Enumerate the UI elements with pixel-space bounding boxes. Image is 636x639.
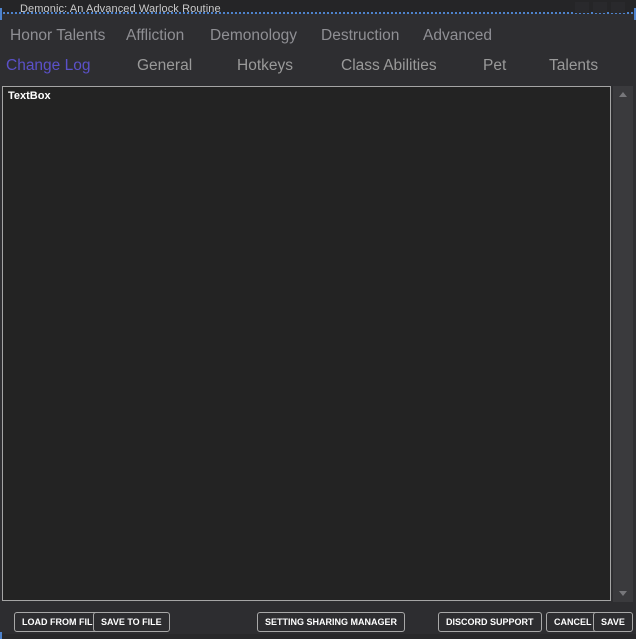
tab-affliction[interactable]: Affliction	[126, 27, 184, 45]
tab-pet[interactable]: Pet	[483, 57, 506, 75]
scroll-up-icon[interactable]	[619, 92, 627, 97]
tab-destruction[interactable]: Destruction	[321, 27, 399, 45]
app-window: Demonic: An Advanced Warlock Routine Hon…	[0, 0, 636, 639]
minimize-button[interactable]	[575, 2, 589, 13]
save-button[interactable]: SAVE	[593, 612, 633, 632]
scroll-down-icon[interactable]	[619, 591, 627, 596]
tab-hotkeys[interactable]: Hotkeys	[237, 57, 293, 75]
setting-sharing-manager-button[interactable]: SETTING SHARING MANAGER	[257, 612, 405, 632]
cancel-button[interactable]: CANCEL	[546, 612, 600, 632]
changelog-textbox[interactable]: TextBox	[2, 86, 611, 601]
focus-rect-left-edge	[0, 8, 2, 20]
tab-advanced[interactable]: Advanced	[423, 27, 492, 45]
focus-rect-bottom-left-edge	[0, 632, 2, 639]
tab-honor-talents[interactable]: Honor Talents	[10, 27, 105, 45]
tab-demonology[interactable]: Demonology	[210, 27, 297, 45]
discord-support-button[interactable]: DISCORD SUPPORT	[438, 612, 542, 632]
tab-talents[interactable]: Talents	[549, 57, 598, 75]
window-title: Demonic: An Advanced Warlock Routine	[20, 3, 221, 15]
tab-change-log[interactable]: Change Log	[6, 57, 90, 75]
footer-bar: LOAD FROM FILE SAVE TO FILE SETTING SHAR…	[0, 602, 636, 639]
close-button[interactable]	[611, 2, 625, 13]
tab-general[interactable]: General	[137, 57, 192, 75]
maximize-button[interactable]	[593, 2, 607, 13]
tab-class-abilities[interactable]: Class Abilities	[341, 57, 437, 75]
save-to-file-button[interactable]: SAVE TO FILE	[93, 612, 170, 632]
vertical-scrollbar[interactable]	[613, 86, 633, 602]
window-bottom-edge	[0, 634, 636, 639]
title-bar[interactable]: Demonic: An Advanced Warlock Routine	[0, 0, 636, 20]
